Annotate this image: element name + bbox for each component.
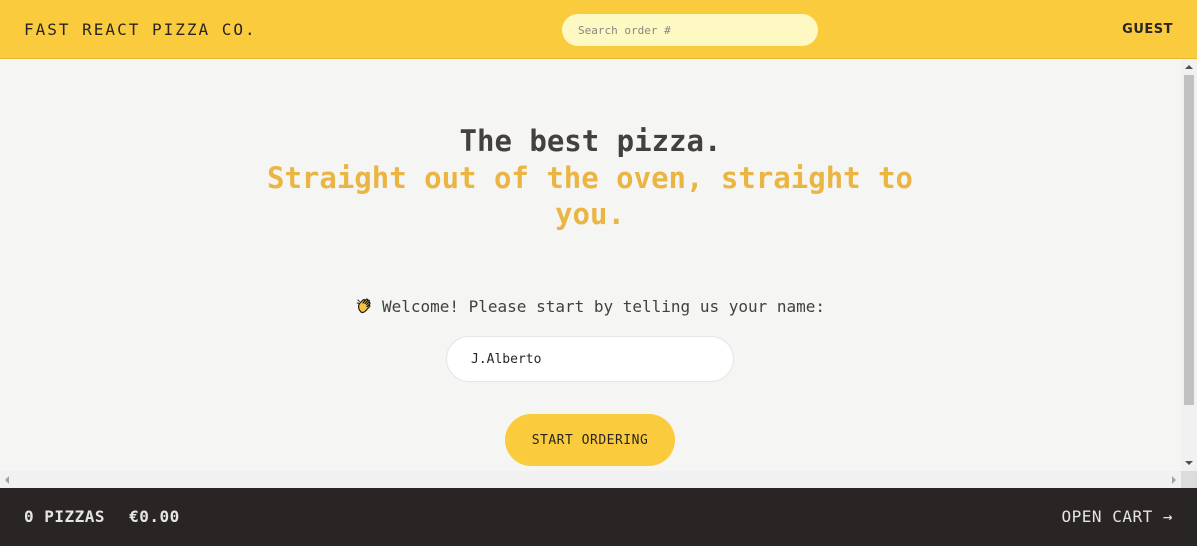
cart-summary: 0 PIZZAS €0.00 (24, 507, 180, 526)
cart-overview-bar: 0 PIZZAS €0.00 OPEN CART → (0, 488, 1197, 546)
scroll-down-icon[interactable] (1185, 461, 1193, 465)
app-root: FAST REACT PIZZA CO. GUEST The best pizz… (0, 0, 1197, 546)
scroll-right-icon[interactable] (1172, 476, 1176, 484)
scrollbar-corner (1181, 471, 1197, 488)
home-page: The best pizza. Straight out of the oven… (0, 59, 1181, 471)
waving-hand-icon (356, 298, 371, 314)
welcome-text: Welcome! Please start by telling us your… (381, 297, 826, 316)
search-order-input[interactable] (562, 14, 818, 46)
scrollbar-thumb[interactable] (1184, 75, 1194, 405)
customer-name-input[interactable] (446, 336, 734, 382)
top-header: FAST REACT PIZZA CO. GUEST (0, 0, 1197, 59)
welcome-message: Welcome! Please start by telling us your… (0, 297, 1181, 316)
open-cart-link[interactable]: OPEN CART → (1062, 507, 1173, 526)
cart-total-price: €0.00 (129, 507, 180, 526)
page-tagline: Straight out of the oven, straight to yo… (266, 161, 913, 231)
scroll-up-icon[interactable] (1185, 65, 1193, 69)
vertical-scrollbar[interactable] (1181, 59, 1197, 471)
logo-link[interactable]: FAST REACT PIZZA CO. (24, 20, 257, 39)
page-headline: The best pizza. (459, 124, 722, 158)
start-ordering-button[interactable]: START ORDERING (505, 414, 675, 466)
scroll-left-icon[interactable] (5, 476, 9, 484)
horizontal-scrollbar[interactable] (0, 471, 1181, 488)
username-label: GUEST (1122, 22, 1173, 37)
cart-pizza-count: 0 PIZZAS (24, 507, 106, 526)
